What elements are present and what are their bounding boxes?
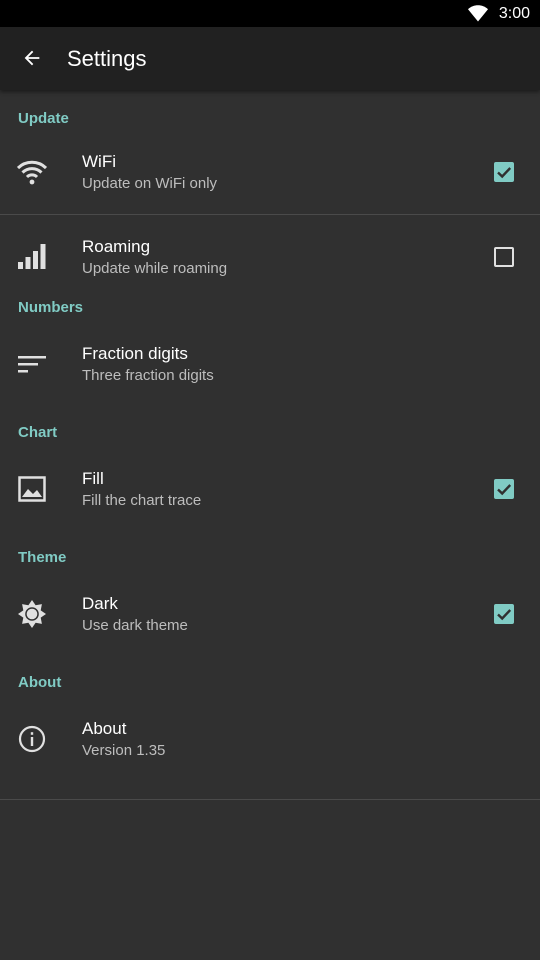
divider: [0, 799, 540, 800]
section-header-numbers: Numbers: [18, 299, 84, 316]
section-header-chart: Chart: [18, 424, 58, 441]
checkmark-icon: [497, 484, 512, 496]
pref-fraction-title: Fraction digits: [82, 344, 188, 363]
pref-wifi-summary: Update on WiFi only: [82, 175, 218, 192]
pref-roaming-title: Roaming: [82, 237, 151, 256]
signal-bars-icon: [16, 240, 48, 272]
checkmark-icon: [497, 167, 512, 179]
pref-roaming[interactable]: Roaming Update while roaming: [0, 215, 540, 299]
fill-checkbox[interactable]: [494, 479, 514, 499]
pref-wifi[interactable]: WiFi Update on WiFi only: [0, 148, 540, 214]
pref-dark-theme[interactable]: Dark Use dark theme: [0, 592, 540, 674]
section-header-update: Update: [18, 110, 69, 127]
wifi-icon: [468, 5, 488, 22]
pref-wifi-title: WiFi: [82, 152, 116, 171]
checkmark-icon: [497, 609, 512, 621]
pref-about-title: About: [82, 719, 127, 738]
pref-about[interactable]: About Version 1.35: [0, 717, 540, 799]
dark-theme-checkbox[interactable]: [494, 604, 514, 624]
pref-dark-summary: Use dark theme: [82, 617, 188, 634]
pref-dark-title: Dark: [82, 594, 118, 613]
settings-list: Update WiFi Update on WiFi only Roaming …: [0, 90, 540, 800]
image-icon: [16, 473, 48, 505]
section-header-theme: Theme: [18, 549, 67, 566]
pref-fill[interactable]: Fill Fill the chart trace: [0, 467, 540, 549]
pref-fill-summary: Fill the chart trace: [82, 492, 202, 509]
brightness-icon: [16, 598, 48, 630]
wifi-checkbox[interactable]: [494, 162, 514, 182]
pref-fraction-digits[interactable]: Fraction digits Three fraction digits: [0, 342, 540, 424]
app-bar: Settings: [0, 27, 540, 90]
sort-lines-icon: [16, 348, 48, 380]
pref-roaming-summary: Update while roaming: [82, 260, 228, 277]
pref-fill-title: Fill: [82, 469, 104, 488]
wifi-icon: [16, 157, 48, 189]
section-header-about: About: [18, 674, 62, 691]
arrow-back-icon: [24, 50, 40, 66]
info-icon: [16, 723, 48, 755]
pref-about-summary: Version 1.35: [82, 742, 166, 759]
page-title: Settings: [67, 46, 147, 71]
back-button[interactable]: [14, 40, 50, 76]
status-bar: 3:00: [0, 0, 540, 27]
status-time: 3:00: [498, 5, 530, 22]
roaming-checkbox[interactable]: [494, 247, 514, 267]
pref-fraction-summary: Three fraction digits: [82, 367, 214, 384]
